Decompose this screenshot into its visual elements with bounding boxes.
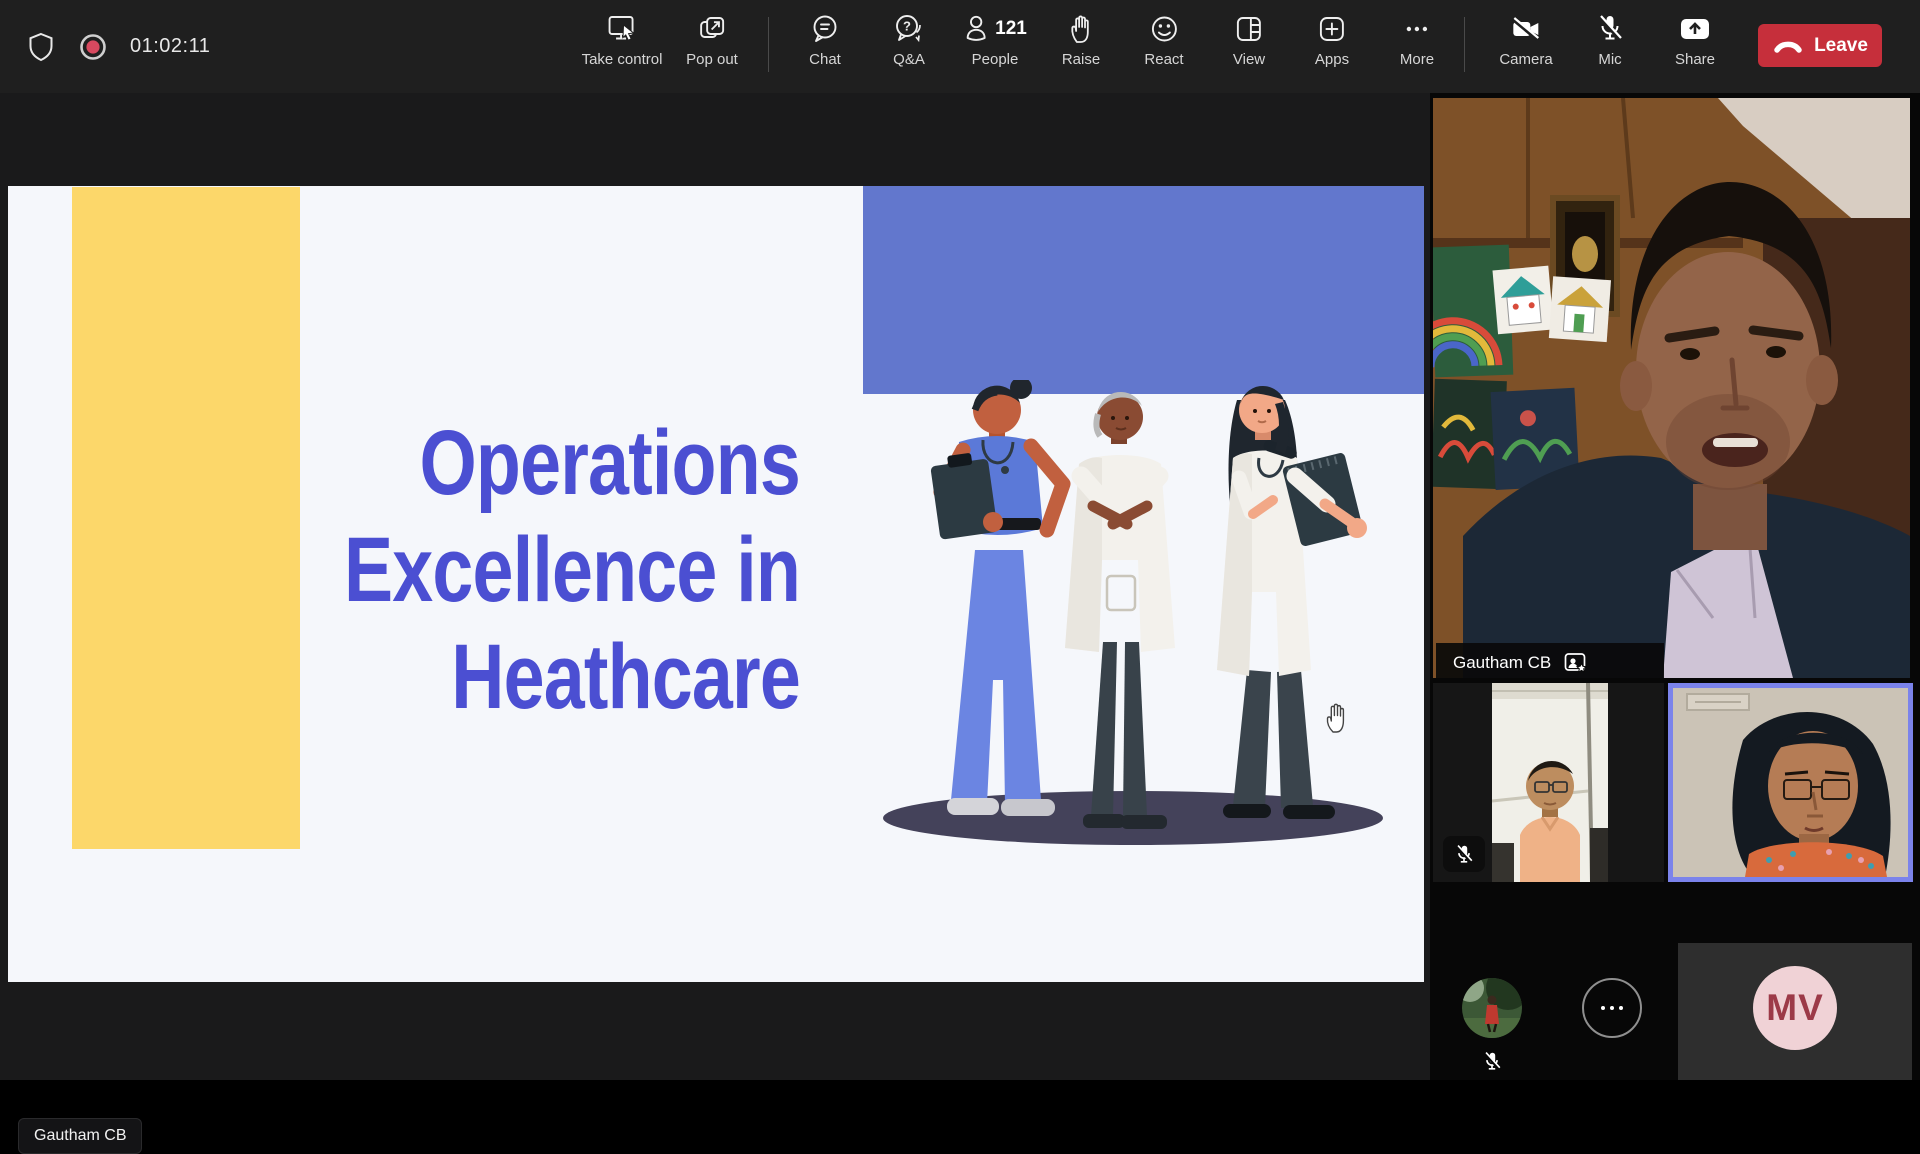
participants-sidebar: Gautham CB (1430, 93, 1920, 1080)
avatar-photo (1462, 978, 1522, 1038)
apps-plus-icon (1316, 13, 1348, 45)
pop-out-button[interactable]: Pop out (686, 13, 738, 67)
mic-button[interactable]: Mic (1595, 13, 1625, 67)
recording-indicator (78, 32, 108, 62)
chat-label: Chat (809, 52, 841, 67)
pop-out-icon (696, 13, 728, 45)
shield-icon (26, 31, 56, 63)
slide-title: Operations Excellence in Heathcare (344, 410, 800, 731)
chat-icon (809, 13, 841, 45)
participant-avatar-photo[interactable] (1462, 978, 1522, 1038)
mic-label: Mic (1598, 52, 1621, 67)
raise-hand-icon (1067, 13, 1095, 45)
view-grid-icon (1233, 13, 1265, 45)
woman-doctor-figure (1217, 386, 1367, 819)
avatar-muted-icon (1481, 1050, 1503, 1072)
ellipsis-dot (1610, 1006, 1614, 1010)
main-participant-name-overlay: Gautham CB (1436, 643, 1664, 678)
react-button[interactable]: React (1144, 13, 1183, 67)
meeting-toolbar: 01:02:11 Take control Pop out Chat ? Q&A (0, 0, 1920, 93)
ellipsis-dot (1619, 1006, 1623, 1010)
people-label: People (972, 52, 1019, 67)
slide-title-line3: Heathcare (344, 624, 800, 731)
spotlight-icon (1564, 652, 1588, 674)
participant-3-video (1673, 688, 1908, 877)
mic-off-icon (1595, 13, 1625, 45)
participant-tile-main[interactable]: Gautham CB (1433, 98, 1910, 678)
people-count-badge: 121 (995, 18, 1027, 40)
toolbar-divider (1464, 17, 1465, 72)
react-label: React (1144, 52, 1183, 67)
participant-tile-mv[interactable]: MV (1678, 943, 1912, 1080)
main-video-scene (1433, 98, 1910, 678)
phone-hangup-icon (1772, 34, 1804, 58)
view-button[interactable]: View (1233, 13, 1265, 67)
participant-tile-3-active[interactable] (1668, 683, 1913, 882)
ellipsis-dot (1601, 1006, 1605, 1010)
doctor-figure (1065, 392, 1175, 829)
svg-text:?: ? (903, 19, 911, 34)
react-smiley-icon (1148, 13, 1180, 45)
view-label: View (1233, 52, 1265, 67)
people-icon (963, 13, 989, 45)
share-label: Share (1675, 52, 1715, 67)
more-label: More (1400, 52, 1434, 67)
participant-initials-avatar: MV (1753, 966, 1837, 1050)
toolbar-divider (768, 17, 769, 72)
apps-label: Apps (1315, 52, 1349, 67)
slide-yellow-accent (72, 187, 300, 849)
more-ellipsis-icon (1401, 13, 1433, 45)
leave-label: Leave (1814, 35, 1868, 57)
nurse-figure (929, 380, 1063, 816)
meeting-timer: 01:02:11 (130, 35, 210, 58)
chat-button[interactable]: Chat (809, 13, 841, 67)
pop-out-label: Pop out (686, 52, 738, 67)
leave-button[interactable]: Leave (1758, 24, 1882, 67)
raise-label: Raise (1062, 52, 1100, 67)
toolbar-left-group: 01:02:11 (0, 0, 210, 93)
camera-button[interactable]: Camera (1499, 13, 1552, 67)
qna-icon: ? (892, 13, 926, 45)
slide-title-line1: Operations (344, 410, 800, 517)
qna-label: Q&A (893, 52, 925, 67)
monitor-cursor-icon (605, 13, 639, 45)
camera-label: Camera (1499, 52, 1552, 67)
overflow-participants-button[interactable] (1582, 978, 1642, 1038)
take-control-button[interactable]: Take control (582, 13, 663, 67)
healthcare-workers-illustration (855, 380, 1424, 910)
people-button[interactable]: 121 People (963, 13, 1027, 67)
slide-purple-banner (863, 186, 1424, 394)
take-control-label: Take control (582, 52, 663, 67)
presentation-slide: Operations Excellence in Heathcare (8, 186, 1424, 982)
more-button[interactable]: More (1400, 13, 1434, 67)
share-button[interactable]: Share (1675, 13, 1715, 67)
apps-button[interactable]: Apps (1315, 13, 1349, 67)
qna-button[interactable]: ? Q&A (892, 13, 926, 67)
participant-2-muted-badge (1443, 836, 1485, 872)
camera-off-icon (1509, 13, 1543, 45)
hand-cursor-icon (1322, 700, 1352, 736)
share-screen-icon (1678, 13, 1712, 45)
participant-2-video (1492, 683, 1608, 882)
presenter-name-label: Gautham CB (18, 1118, 142, 1154)
raise-hand-button[interactable]: Raise (1062, 13, 1100, 67)
shared-screen-stage: Operations Excellence in Heathcare (0, 93, 1430, 1080)
slide-title-line2: Excellence in (344, 517, 800, 624)
main-participant-name: Gautham CB (1453, 653, 1551, 673)
